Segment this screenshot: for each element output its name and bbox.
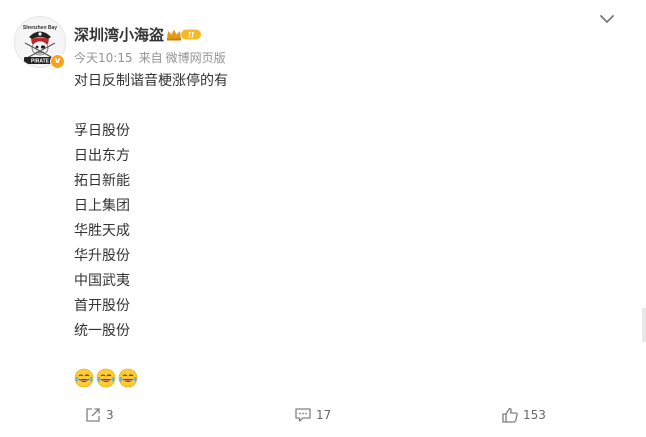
- list-item: 首开股份: [74, 298, 130, 314]
- chevron-down-icon[interactable]: [598, 12, 616, 26]
- author-name[interactable]: 深圳湾小海盗: [74, 24, 164, 45]
- laugh-cry-emoji-icon: [118, 368, 138, 388]
- member-crown-badge-icon[interactable]: II: [165, 27, 203, 42]
- post-meta: 今天10:15 来自 微博网页版: [74, 49, 232, 66]
- post-time[interactable]: 今天10:15: [74, 51, 133, 65]
- comment-button[interactable]: 17: [294, 406, 331, 426]
- emoji-row: [74, 368, 140, 388]
- avatar-top-text: Shenzhen Bay: [23, 25, 57, 31]
- list-item: 日出东方: [74, 148, 130, 164]
- repost-button[interactable]: 3: [84, 406, 114, 426]
- comment-icon: [295, 408, 311, 422]
- list-item: 统一股份: [74, 323, 130, 339]
- member-level: II: [187, 31, 195, 40]
- list-item: 中国武夷: [74, 273, 130, 289]
- laugh-cry-emoji-icon: [74, 368, 94, 388]
- repost-count: 3: [106, 408, 114, 422]
- post-text: 对日反制谐音梗涨停的有: [74, 73, 228, 89]
- list-item: 华升股份: [74, 248, 130, 264]
- verified-badge-icon: v: [50, 54, 65, 69]
- source-prefix: 来自: [138, 51, 163, 65]
- avatar-label: PIRATE: [31, 59, 50, 65]
- thumbs-up-icon: [502, 407, 518, 423]
- list-item: 华胜天成: [74, 223, 130, 239]
- comment-count: 17: [316, 408, 332, 422]
- weibo-post-card: Shenzhen Bay PIRATE v 深圳湾小海盗 II 今天10:15 来…: [0, 0, 646, 437]
- scrollbar-thumb[interactable]: [642, 308, 646, 342]
- like-count: 153: [523, 408, 546, 422]
- repost-icon: [86, 408, 100, 422]
- list-item: 拓日新能: [74, 173, 130, 189]
- list-item: 日上集团: [74, 198, 130, 214]
- list-item: 孚日股份: [74, 123, 130, 139]
- like-button[interactable]: 153: [501, 406, 546, 426]
- post-source: 微博网页版: [165, 51, 226, 65]
- laugh-cry-emoji-icon: [96, 368, 116, 388]
